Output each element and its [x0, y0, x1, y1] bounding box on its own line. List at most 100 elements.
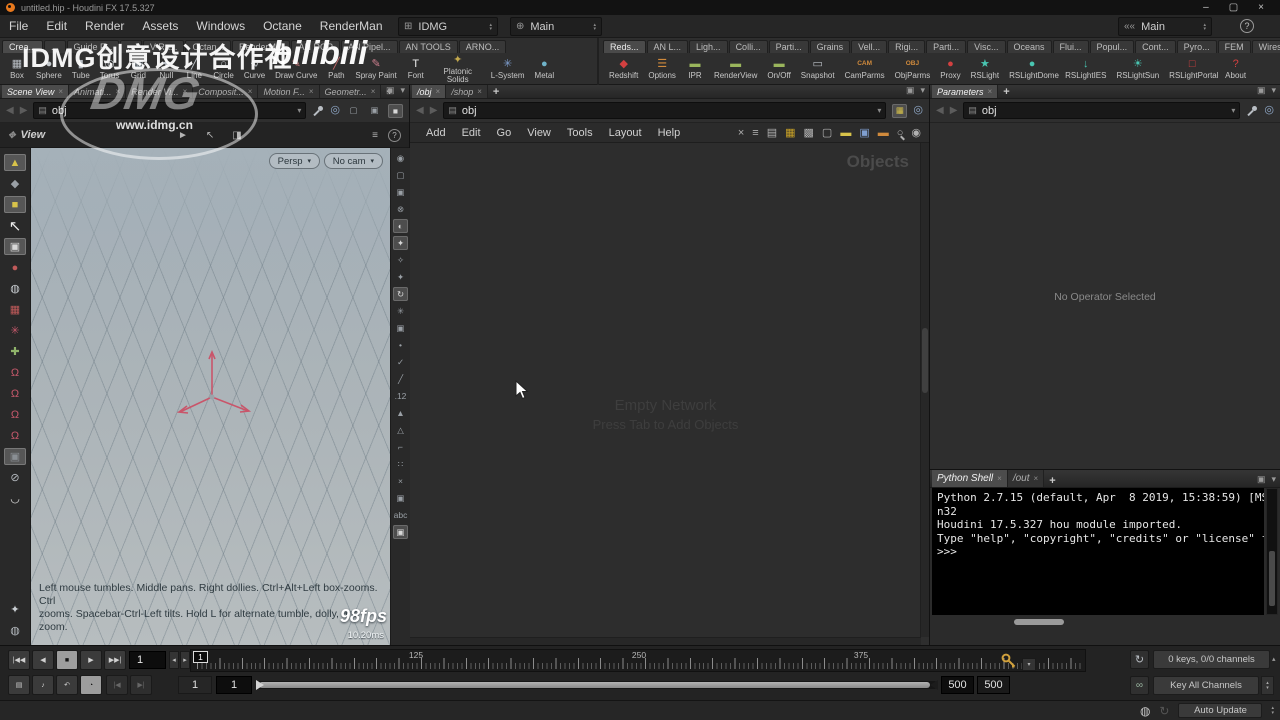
select-objects-icon[interactable]: ■	[4, 196, 26, 213]
shelf-tab[interactable]: Colli...	[728, 40, 768, 53]
pane-window-icon[interactable]: ▣	[906, 85, 915, 96]
range-handle-left[interactable]	[256, 680, 264, 690]
pane-tab[interactable]: /out ×	[1007, 470, 1045, 487]
dark-camera-icon[interactable]: ▣	[4, 448, 26, 465]
normal-display-icon[interactable]: ╱	[393, 372, 408, 386]
sphere-brush-icon[interactable]: ◍	[4, 280, 26, 297]
follow-selection-icon[interactable]: ◎	[1264, 105, 1274, 116]
pane-menu-icon[interactable]: ▾	[400, 85, 405, 96]
keys-expand-icon[interactable]: ▴	[1272, 655, 1276, 663]
platonic-solids-tool[interactable]: ✦ Platonic Solids	[430, 54, 486, 85]
prev-key-button[interactable]: |◀	[106, 675, 128, 695]
rslight-tool[interactable]: ★ RSLight	[966, 54, 1004, 85]
tree-view-icon[interactable]: ≡	[752, 127, 758, 139]
python-console[interactable]: Python 2.7.15 (default, Apr 8 2019, 15:3…	[932, 488, 1264, 615]
sync-icon[interactable]: ↻	[1159, 704, 1169, 718]
auto-update-spinner[interactable]: ▴ ▾	[1271, 706, 1274, 715]
pane-tab[interactable]: Geometr... ×	[319, 85, 382, 98]
back-icon[interactable]: ◀	[936, 105, 944, 116]
select-geometry-icon[interactable]: ▲	[4, 154, 26, 171]
back-icon[interactable]: ◀	[6, 105, 14, 116]
shading-mode-icon[interactable]: ◐	[393, 219, 408, 233]
pane-menu-icon[interactable]: ▾	[1271, 85, 1276, 96]
shelf-tab[interactable]: Pyro...	[1176, 40, 1217, 53]
wireframe-icon[interactable]: ✳	[393, 304, 408, 318]
multi-tool-icon[interactable]: ✚	[4, 343, 26, 360]
shelf-tab[interactable]: AN L...	[646, 40, 689, 53]
rslightdome-tool[interactable]: ● RSLightDome	[1004, 54, 1060, 85]
frame-range-slider[interactable]	[256, 676, 938, 694]
playhead[interactable]: 1	[193, 651, 208, 663]
network-path-input[interactable]: ▤ obj ▾	[443, 102, 887, 119]
minimize-button[interactable]: –	[1203, 2, 1209, 13]
forward-icon[interactable]: ▶	[20, 105, 28, 116]
playback-mode-icon[interactable]: ↶	[56, 675, 78, 695]
pane-window-icon[interactable]: ▣	[1257, 474, 1266, 485]
jump-end-button[interactable]: ▶▶|	[104, 650, 126, 670]
desktop-selector[interactable]: ⊕ Main ▴ ▾	[510, 17, 602, 36]
play-button[interactable]: ▶	[80, 650, 102, 670]
magnet-b-icon[interactable]: Ω	[4, 385, 26, 402]
pane-tab[interactable]: Motion F... ×	[258, 85, 320, 98]
shelf-tab[interactable]: Vell...	[851, 40, 888, 53]
rslightportal-tool[interactable]: □ RSLightPortal	[1164, 54, 1220, 85]
help-icon[interactable]: ?	[1240, 19, 1254, 33]
global-start-field[interactable]: 1	[178, 676, 212, 694]
parameters-path-input[interactable]: ▤ obj ▾	[963, 102, 1241, 119]
metal-tool[interactable]: ● Metal	[530, 54, 560, 85]
about-tool[interactable]: ? About	[1220, 54, 1251, 85]
add-pane-tab-button[interactable]: +	[488, 86, 504, 98]
primitive-normals-icon[interactable]: ▲	[393, 406, 408, 420]
jump-start-button[interactable]: |◀◀	[8, 650, 30, 670]
range-end-field[interactable]: 500	[941, 676, 974, 694]
close-tab-icon[interactable]: ×	[309, 87, 314, 96]
magnet-d-icon[interactable]: Ω	[4, 427, 26, 444]
pane-tab[interactable]: Python Shell ×	[932, 470, 1008, 487]
shelf-tab[interactable]: Grains	[809, 40, 851, 53]
close-tab-icon[interactable]: ×	[988, 87, 993, 96]
select-dynamics-icon[interactable]: ◆	[4, 175, 26, 192]
globe-icon[interactable]: ◍	[4, 622, 26, 639]
frame-icon[interactable]: ▢	[822, 127, 832, 139]
vertex-markers-icon[interactable]: △	[393, 423, 408, 437]
shelf-tab[interactable]: FEM	[1217, 40, 1251, 53]
pane-window-icon[interactable]: ▣	[1257, 85, 1266, 96]
magnet-c-icon[interactable]: Ω	[4, 406, 26, 423]
maximize-button[interactable]: ▢	[1229, 2, 1238, 13]
viewport-help-icon[interactable]: ?	[388, 128, 401, 142]
realtime-icon[interactable]: ◔	[80, 675, 102, 695]
hide-occluded-icon[interactable]: ◉	[393, 151, 408, 165]
options-tool[interactable]: ☰ Options	[643, 54, 681, 85]
ruler-icon[interactable]: ⌐	[393, 440, 408, 454]
background-image-icon[interactable]: ▣	[859, 127, 869, 139]
path-dropdown-icon[interactable]: ▾	[877, 106, 881, 115]
shelf-tab[interactable]: Ligh...	[689, 40, 728, 53]
shelf-tab[interactable]: Parti...	[926, 40, 967, 53]
pane-tab[interactable]: Scene View ×	[2, 85, 70, 98]
play-reverse-button[interactable]: ◀	[32, 650, 54, 670]
rslightsun-tool[interactable]: ☀ RSLightSun	[1111, 54, 1164, 85]
point-numbers-icon[interactable]: .12	[393, 389, 408, 403]
close-tab-icon[interactable]: ×	[477, 87, 482, 96]
menu-item[interactable]: Layout	[601, 127, 650, 139]
quad-pane-icon[interactable]: ▣	[367, 104, 382, 118]
close-tab-icon[interactable]: ×	[371, 87, 376, 96]
view-mode-label[interactable]: ✥ View	[8, 129, 45, 141]
rslighties-tool[interactable]: ↓ RSLightIES	[1060, 54, 1111, 85]
timeline-ruler[interactable]: 125 250 375 1	[190, 649, 1086, 672]
list-view-icon[interactable]: ▤	[767, 127, 777, 139]
display-options-icon[interactable]: ≡	[372, 130, 378, 141]
shelf-tab[interactable]: Visc...	[967, 40, 1006, 53]
font-tool[interactable]: T Font	[402, 54, 430, 85]
camera-lock-icon[interactable]: ▢	[393, 168, 408, 182]
next-key-button[interactable]: ▶|	[130, 675, 152, 695]
lighting-icon[interactable]: ✦	[393, 236, 408, 250]
network-canvas[interactable]: Objects Empty Network Press Tab to Add O…	[410, 143, 921, 637]
shelf-tab[interactable]: Parti...	[768, 40, 809, 53]
add-pane-tab-button[interactable]: +	[998, 86, 1014, 98]
close-tab-icon[interactable]: ×	[1034, 474, 1039, 483]
menu-item[interactable]: File	[0, 19, 37, 33]
stop-button[interactable]: ■	[56, 650, 78, 670]
menu-item[interactable]: Go	[489, 127, 520, 139]
step-back-button[interactable]: ◂	[169, 651, 179, 669]
